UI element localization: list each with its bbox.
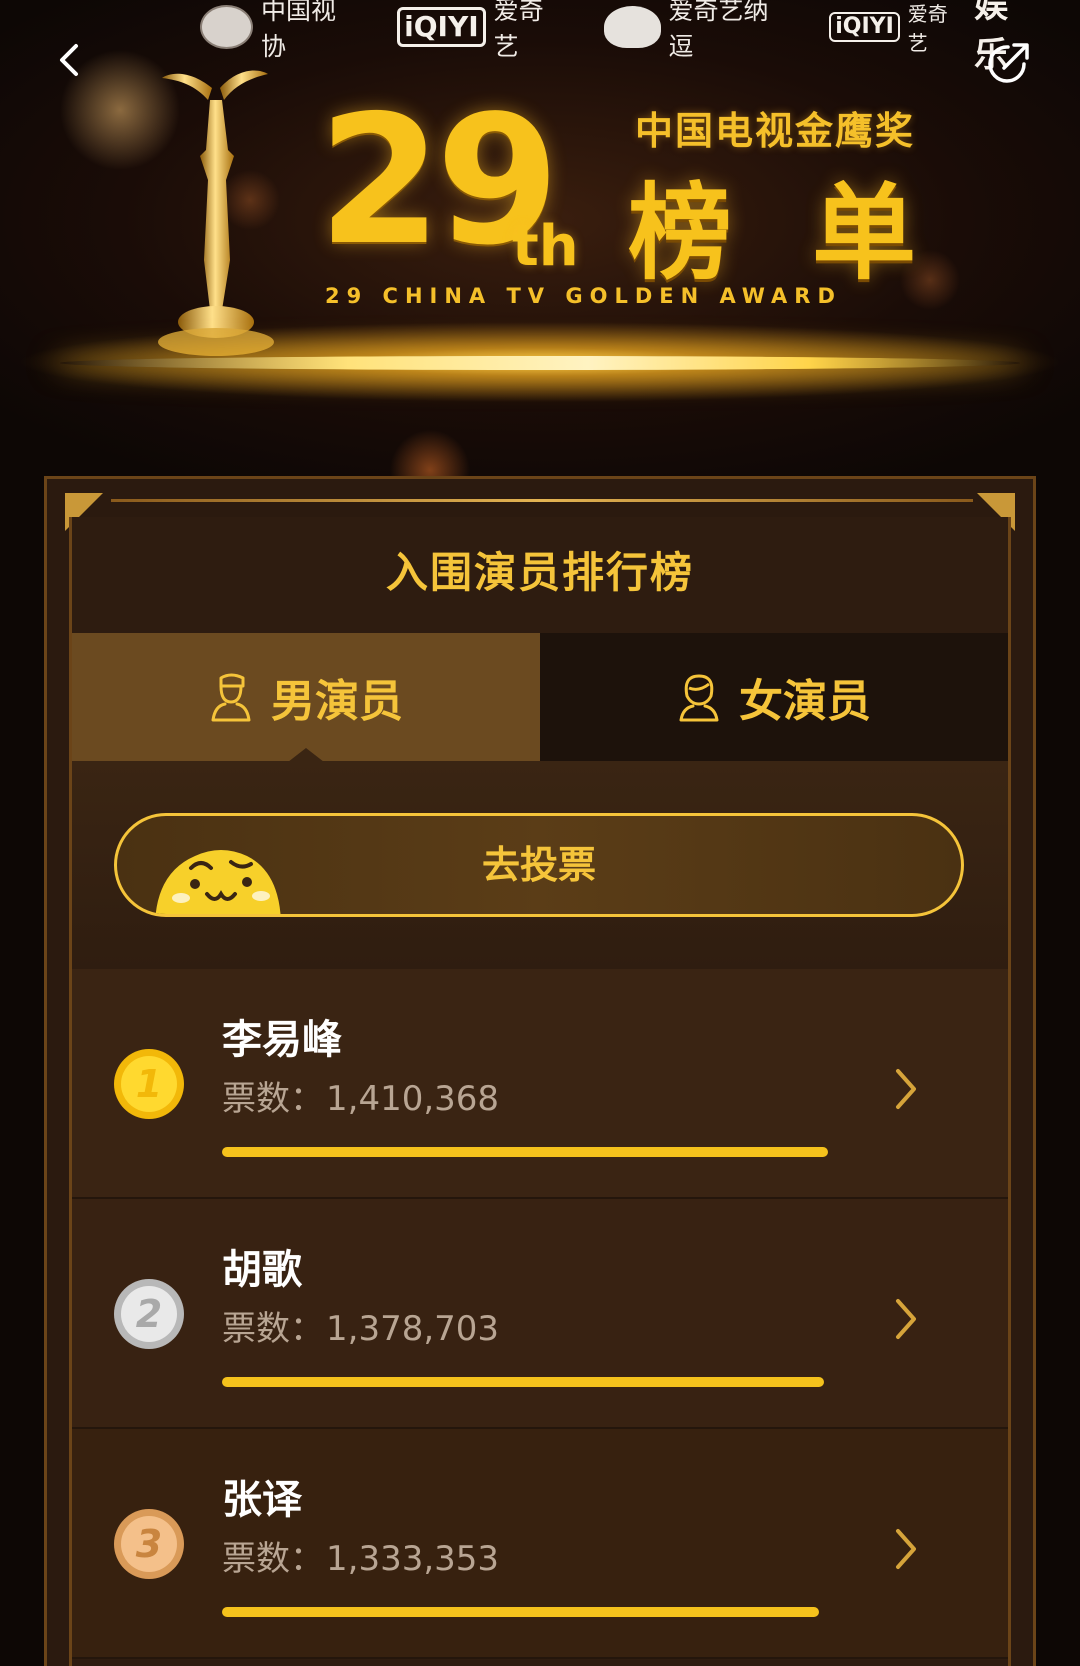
cctva-emblem-icon — [200, 5, 254, 49]
golden-eagle-trophy-icon — [158, 70, 274, 356]
vote-button[interactable]: 去投票 — [114, 813, 964, 917]
panel-title: 入围演员排行榜 — [385, 548, 694, 597]
gold-medal-icon: 1 — [114, 1049, 184, 1119]
tab-male-actors[interactable]: 男演员 — [72, 633, 540, 762]
share-icon — [988, 43, 1029, 83]
partner-logos: 中国视协 iQIYI 爱奇艺 爱奇艺纳逗 iQIYI 爱奇艺 娱乐 — [200, 0, 1040, 75]
iqiyi-yule-mark: iQIYI — [829, 12, 900, 42]
vote-count-label: 票数： — [222, 1079, 324, 1119]
vote-progress-bar — [222, 1147, 828, 1157]
glow-divider — [60, 356, 1020, 370]
medal-rank-text: 1 — [136, 1062, 162, 1106]
ranking-list: 1 李易峰 票数：1,410,368 2 胡歌 票数：1,378,703 3 张… — [72, 969, 1008, 1659]
vote-area: 去投票 — [72, 761, 1008, 969]
back-button[interactable] — [52, 40, 88, 80]
vote-progress-bar — [222, 1607, 819, 1617]
tab-male-actors-label: 男演员 — [271, 676, 403, 727]
female-user-icon — [679, 674, 719, 722]
actor-name: 胡歌 — [222, 1247, 302, 1293]
actor-name: 张译 — [222, 1477, 302, 1523]
cctva-logo-label: 中国视协 — [261, 0, 337, 61]
award-title: 榜单 — [628, 172, 997, 294]
chevron-right-icon — [896, 1529, 916, 1569]
actor-name: 李易峰 — [222, 1017, 342, 1063]
vote-count: 票数：1,333,353 — [222, 1531, 499, 1580]
chevron-left-icon — [60, 44, 78, 76]
iqiyi-nadou-logo-label: 爱奇艺纳逗 — [668, 0, 769, 61]
award-subtitle: 29 CHINA TV GOLDEN AWARD — [325, 284, 842, 308]
tab-female-actors-label: 女演员 — [739, 676, 871, 727]
iqiyi-yule-logo-label: 爱奇艺 — [907, 2, 948, 55]
gender-tabs: 男演员 女演员 — [72, 633, 1008, 762]
share-button[interactable] — [984, 38, 1034, 88]
medal-rank-text: 2 — [136, 1292, 162, 1336]
chevron-right-icon — [896, 1069, 916, 1109]
vote-count-label: 票数： — [222, 1309, 324, 1349]
cctva-logo: 中国视协 — [200, 0, 359, 63]
silver-medal-icon: 2 — [114, 1279, 184, 1349]
vote-count-label: 票数： — [222, 1539, 324, 1579]
vote-count: 票数：1,410,368 — [222, 1071, 499, 1120]
vote-count-value: 1,333,353 — [326, 1539, 500, 1579]
award-name: 中国电视金鹰奖 — [635, 109, 916, 153]
panel-inner: 入围演员排行榜 男演员 女演员 去投票 1 李易峰 票数：1,410,368 2… — [69, 517, 1011, 1666]
iqiyi-logo-label: 爱奇艺 — [493, 0, 544, 61]
tab-female-actors[interactable]: 女演员 — [540, 633, 1008, 761]
male-user-icon — [211, 673, 251, 722]
vote-count-value: 1,378,703 — [326, 1309, 500, 1349]
ranking-panel: 入围演员排行榜 男演员 女演员 去投票 1 李易峰 票数：1,410,368 2… — [44, 476, 1036, 1666]
ranking-row[interactable]: 1 李易峰 票数：1,410,368 — [72, 969, 1008, 1199]
iqiyi-logo: iQIYI 爱奇艺 — [397, 0, 565, 63]
vote-count: 票数：1,378,703 — [222, 1301, 499, 1350]
iqiyi-mark: iQIYI — [397, 7, 486, 47]
nadou-mascot-icon — [603, 6, 661, 48]
vote-button-label: 去投票 — [481, 843, 596, 887]
vote-progress-bar — [222, 1377, 824, 1387]
chevron-right-icon — [896, 1299, 916, 1339]
edition-suffix: th — [512, 214, 579, 279]
ranking-row[interactable]: 3 张译 票数：1,333,353 — [72, 1429, 1008, 1659]
ranking-row[interactable]: 2 胡歌 票数：1,378,703 — [72, 1199, 1008, 1429]
medal-rank-text: 3 — [136, 1522, 162, 1566]
vote-count-value: 1,410,368 — [326, 1079, 500, 1119]
bronze-medal-icon: 3 — [114, 1509, 184, 1579]
hero-banner: 中国视协 iQIYI 爱奇艺 爱奇艺纳逗 iQIYI 爱奇艺 娱乐 29 th … — [0, 0, 1080, 480]
iqiyi-nadou-logo: 爱奇艺纳逗 — [603, 0, 792, 63]
panel-top-line — [111, 499, 973, 502]
